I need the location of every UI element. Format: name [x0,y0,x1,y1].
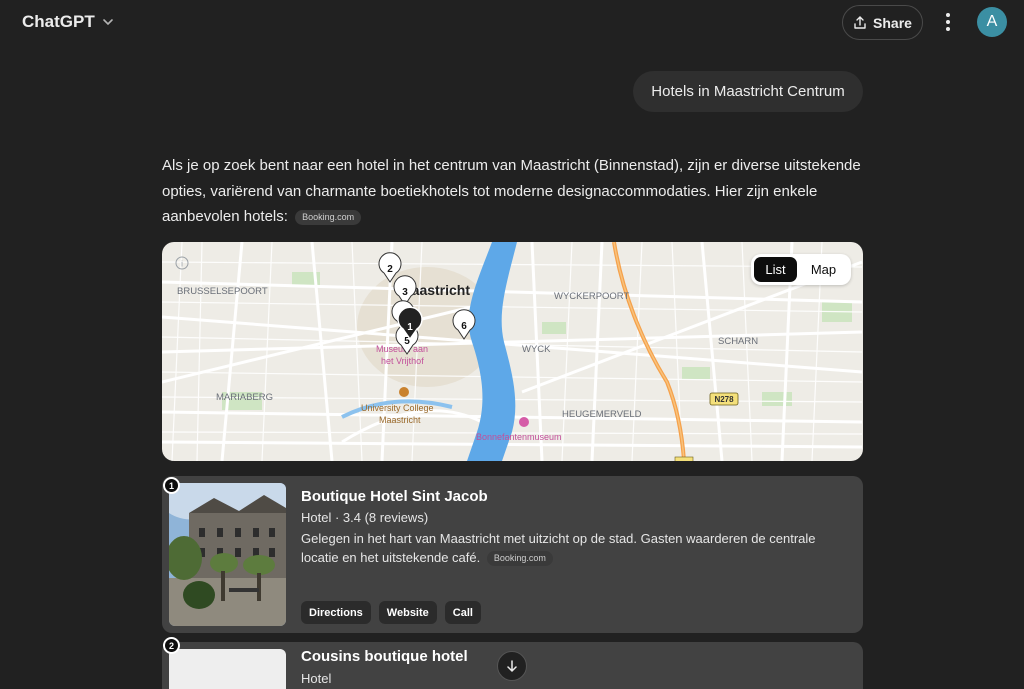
dot-icon [946,13,950,17]
hotel-name[interactable]: Boutique Hotel Sint Jacob [301,488,488,505]
svg-text:6: 6 [461,321,467,332]
map-view-button[interactable]: Map [801,257,846,282]
map-label-brusselsepoort: BRUSSELSEPOORT [177,286,268,297]
hotel-name[interactable]: Cousins boutique hotel [301,648,468,665]
map-label-mariaberg: MARIABERG [216,392,273,403]
svg-text:i: i [181,260,183,269]
share-button[interactable]: Share [842,5,923,40]
hotel-source-chip[interactable]: Booking.com [486,551,553,567]
chevron-down-icon [102,19,113,26]
map-label-university-2: Maastricht [379,415,421,425]
dot-icon [946,20,950,24]
hotel-description-text: Gelegen in het hart van Maastricht met u… [301,531,816,565]
map-label-wyckerpoort: WYCKERPOORT [554,291,630,302]
hotel-photo[interactable] [169,649,286,689]
hotel-meta: Hotel · 3.4 (8 reviews) [301,510,429,525]
top-bar: ChatGPT Share A [0,0,1024,44]
view-toggle[interactable]: List Map [751,254,851,285]
share-label: Share [873,14,912,31]
scroll-down-button[interactable] [497,651,527,681]
assistant-message: Als je op zoek bent naar een hotel in he… [162,153,862,230]
map-label-heugemerveld: HEUGEMERVELD [562,409,642,420]
app-title: ChatGPT [22,12,95,31]
model-selector[interactable]: ChatGPT [22,12,115,32]
answer-text: Als je op zoek bent naar een hotel in he… [162,157,861,225]
list-view-button[interactable]: List [754,257,797,282]
hotel-number-badge: 2 [163,637,180,654]
website-button[interactable]: Website [378,601,437,624]
road-label: N278 [714,395,734,404]
svg-text:3: 3 [402,287,408,298]
more-options-button[interactable] [938,10,958,34]
hotel-description: Gelegen in het hart van Maastricht met u… [301,529,846,567]
directions-button[interactable]: Directions [301,601,371,624]
share-icon [854,15,866,29]
user-avatar[interactable]: A [977,7,1007,37]
hotel-photo-image [169,483,286,626]
user-message: Hotels in Maastricht Centrum [633,71,863,112]
svg-text:2: 2 [387,264,393,275]
call-button[interactable]: Call [444,601,481,624]
arrow-down-icon [507,660,517,672]
map-label-university-1: University College [361,403,434,413]
source-chip[interactable]: Booking.com [295,209,362,225]
map-label-bonnefanten: Bonnefantenmuseum [476,432,562,442]
map-label-museum-2: het Vrijthof [381,356,424,366]
hotel-card[interactable]: Boutique Hotel Sint Jacob Hotel · 3.4 (8… [162,476,863,633]
svg-text:1: 1 [407,322,413,333]
hotel-meta: Hotel [301,671,332,686]
hotel-actions: Directions Website Call [301,601,481,624]
map-label-scharn: SCHARN [718,336,758,347]
hotel-photo[interactable] [169,483,286,626]
dot-icon [946,27,950,31]
hotel-number-badge: 1 [163,477,180,494]
map-label-wyck: WYCK [522,344,551,355]
